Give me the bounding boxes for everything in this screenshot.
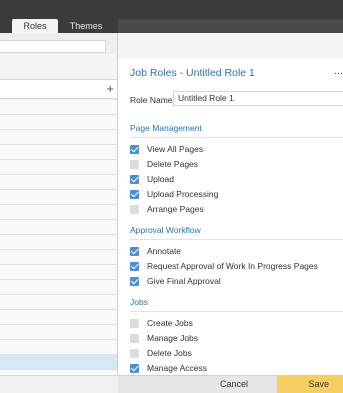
- permission-checkbox[interactable]: [130, 159, 139, 169]
- role-list-item[interactable]: [0, 130, 117, 145]
- section-divider: [130, 239, 343, 240]
- role-list-item[interactable]: [0, 220, 117, 235]
- section-title: Approval Workflow: [130, 225, 201, 235]
- section-divider: [130, 137, 343, 138]
- section-title: Jobs: [130, 297, 148, 307]
- sidebar-footer: [0, 375, 118, 393]
- role-list-item[interactable]: [0, 250, 117, 265]
- permission-item[interactable]: Upload Processing: [130, 188, 218, 200]
- permission-item[interactable]: Arrange Pages: [130, 203, 204, 215]
- role-list-item[interactable]: [0, 340, 117, 355]
- cancel-button[interactable]: Cancel: [118, 375, 277, 393]
- permission-item[interactable]: Create Jobs: [130, 317, 193, 329]
- role-list-item[interactable]: [0, 355, 117, 370]
- permission-item[interactable]: Annotate: [130, 245, 181, 257]
- permission-label: View All Pages: [147, 144, 204, 154]
- role-list-item[interactable]: [0, 100, 117, 115]
- permission-checkbox[interactable]: [130, 204, 139, 214]
- save-button[interactable]: Save: [277, 375, 343, 393]
- role-list-item[interactable]: [0, 310, 117, 325]
- permission-label: Arrange Pages: [147, 204, 204, 214]
- permission-label: Give Final Approval: [147, 276, 221, 286]
- role-editor: Job Roles - Untitled Role 1 ... Role Nam…: [118, 33, 343, 393]
- permission-item[interactable]: Delete Jobs: [130, 347, 192, 359]
- role-list-item[interactable]: [0, 175, 117, 190]
- section-divider: [130, 311, 343, 312]
- tab-roles[interactable]: Roles: [12, 19, 58, 33]
- roles-list: [0, 100, 117, 393]
- permission-checkbox[interactable]: [130, 348, 139, 358]
- permission-checkbox[interactable]: [130, 333, 139, 343]
- permission-label: Create Jobs: [147, 318, 193, 328]
- permission-checkbox[interactable]: [130, 189, 139, 199]
- roles-list-header: +: [0, 79, 117, 99]
- permission-item[interactable]: Manage Jobs: [130, 332, 198, 344]
- permission-checkbox[interactable]: [130, 174, 139, 184]
- roles-search-input[interactable]: [0, 40, 106, 53]
- permission-label: Delete Pages: [147, 159, 199, 169]
- permission-item[interactable]: Request Approval of Work In Progress Pag…: [130, 260, 318, 272]
- role-list-item[interactable]: [0, 205, 117, 220]
- more-options-icon[interactable]: ...: [334, 65, 343, 77]
- role-name-label: Role Name: [130, 95, 173, 105]
- role-list-item[interactable]: [0, 145, 117, 160]
- role-list-item[interactable]: [0, 265, 117, 280]
- permission-item[interactable]: Upload: [130, 173, 174, 185]
- permission-checkbox[interactable]: [130, 318, 139, 328]
- section-title: Page Management: [130, 123, 202, 133]
- role-list-item[interactable]: [0, 190, 117, 205]
- permission-checkbox[interactable]: [130, 261, 139, 271]
- permission-item[interactable]: View All Pages: [130, 143, 203, 155]
- top-bar-right: [118, 19, 343, 33]
- role-list-item[interactable]: [0, 280, 117, 295]
- page-title: Job Roles - Untitled Role 1: [130, 67, 255, 79]
- role-list-item[interactable]: [0, 295, 117, 310]
- permission-label: Annotate: [147, 246, 182, 256]
- permission-checkbox[interactable]: [130, 276, 139, 286]
- tab-themes[interactable]: Themes: [62, 19, 110, 33]
- permission-checkbox[interactable]: [130, 246, 139, 256]
- permission-label: Delete Jobs: [147, 348, 192, 358]
- role-name-input[interactable]: Untitled Role 1: [173, 91, 343, 106]
- roles-sidebar: +: [0, 33, 118, 393]
- permission-item[interactable]: Manage Access: [130, 362, 207, 374]
- permission-item[interactable]: Give Final Approval: [130, 275, 221, 287]
- permission-label: Manage Jobs: [147, 333, 199, 343]
- top-bar: Roles Themes: [0, 0, 343, 33]
- add-role-button[interactable]: +: [106, 82, 114, 96]
- role-list-item[interactable]: [0, 160, 117, 175]
- permission-label: Request Approval of Work In Progress Pag…: [147, 261, 318, 271]
- role-list-item[interactable]: [0, 235, 117, 250]
- permission-label: Upload Processing: [147, 189, 219, 199]
- permission-label: Upload: [147, 174, 174, 184]
- permission-checkbox[interactable]: [130, 144, 139, 154]
- permission-checkbox[interactable]: [130, 363, 139, 373]
- role-list-item[interactable]: [0, 115, 117, 130]
- permission-label: Manage Access: [147, 363, 208, 373]
- role-list-item[interactable]: [0, 325, 117, 340]
- permission-item[interactable]: Delete Pages: [130, 158, 198, 170]
